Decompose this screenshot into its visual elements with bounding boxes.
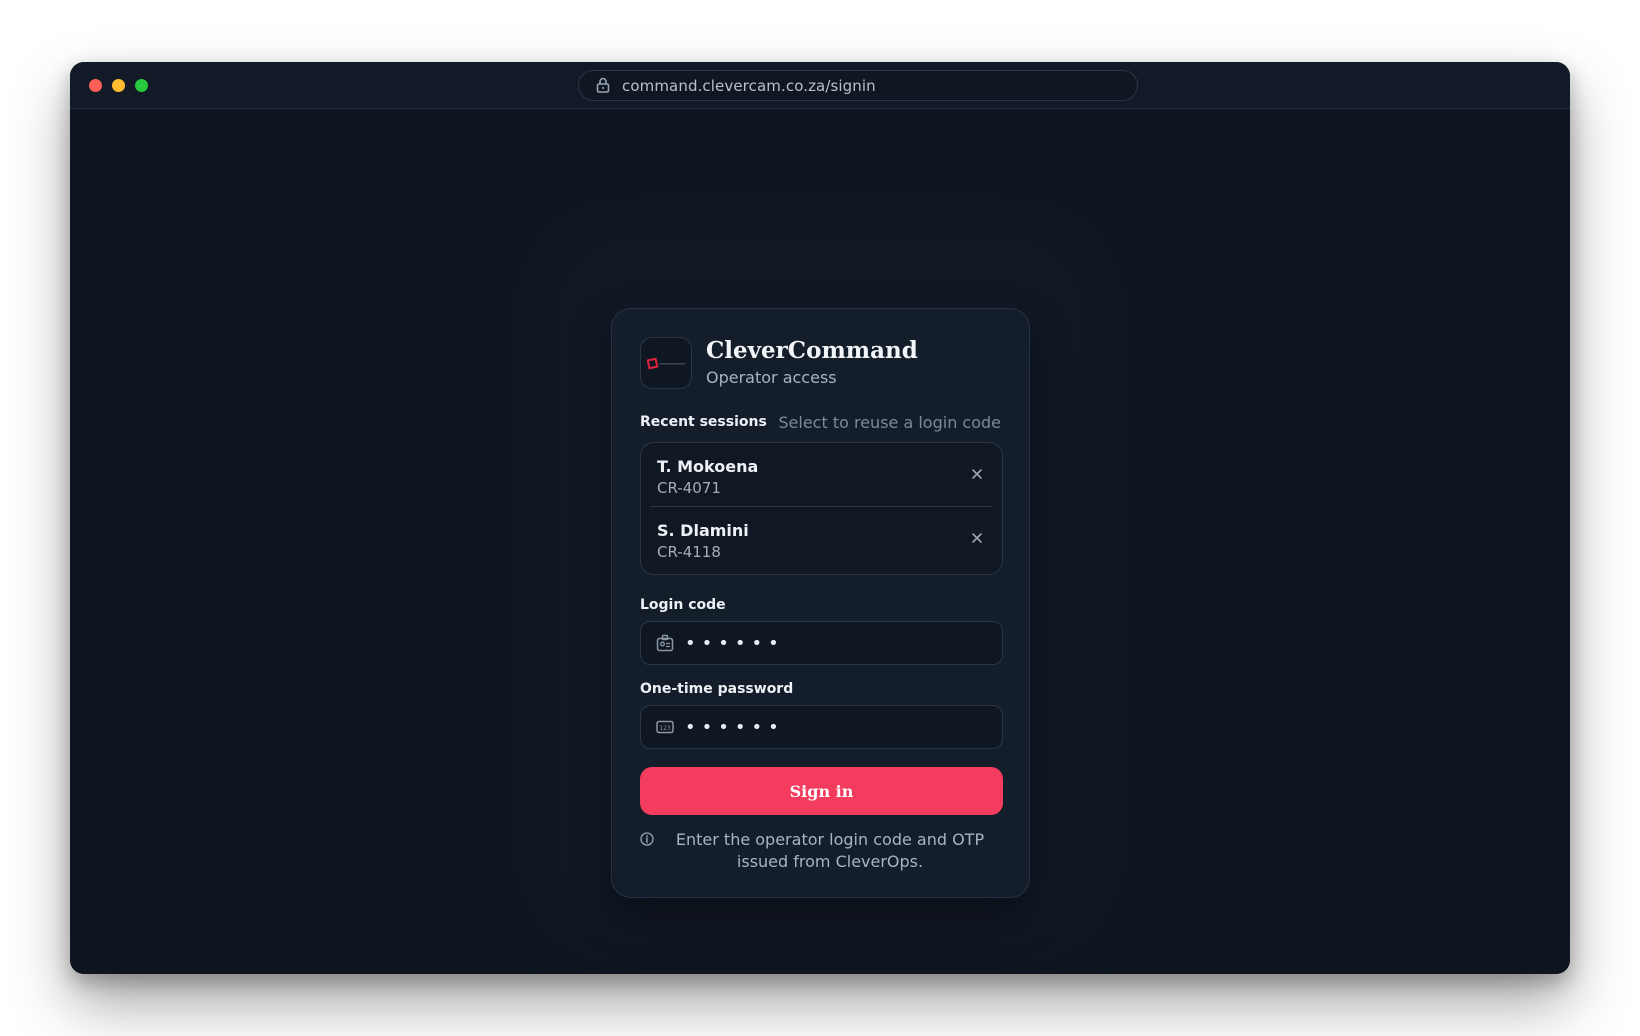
otp-input[interactable] xyxy=(685,706,985,748)
lock-icon xyxy=(596,77,610,93)
recent-sessions-list: T. Mokoena CR-4071 S. Dlamini CR-4118 xyxy=(640,442,1003,575)
login-code-input[interactable] xyxy=(685,622,985,664)
clevercam-logo-icon xyxy=(647,357,685,370)
login-code-label: Login code xyxy=(640,597,726,613)
brand-subtitle: Operator access xyxy=(706,368,837,387)
otp-label: One-time password xyxy=(640,681,794,697)
remove-session-icon[interactable] xyxy=(970,467,984,481)
minimize-window-button[interactable] xyxy=(112,79,125,92)
browser-window: command.clevercam.co.za/signin CleverCom… xyxy=(70,62,1570,974)
signin-card: CleverCommand Operator access Recent ses… xyxy=(611,308,1030,898)
close-window-button[interactable] xyxy=(89,79,102,92)
brand-logo xyxy=(640,337,692,389)
page-content: CleverCommand Operator access Recent ses… xyxy=(70,110,1570,974)
id-badge-icon xyxy=(656,634,674,652)
session-name: S. Dlamini xyxy=(657,521,749,540)
numeric-keypad-icon: 123 xyxy=(656,720,674,734)
browser-titlebar: command.clevercam.co.za/signin xyxy=(70,62,1570,109)
recent-sessions-label: Recent sessions xyxy=(640,414,767,430)
address-url: command.clevercam.co.za/signin xyxy=(622,77,876,95)
recent-sessions-hint: Select to reuse a login code xyxy=(778,413,1001,432)
session-item[interactable]: S. Dlamini CR-4118 xyxy=(641,507,1002,569)
brand-name: CleverCommand xyxy=(706,337,918,364)
session-name: T. Mokoena xyxy=(657,457,759,476)
session-code: CR-4118 xyxy=(657,543,721,561)
otp-field[interactable]: 123 xyxy=(640,705,1003,749)
address-bar[interactable]: command.clevercam.co.za/signin xyxy=(578,70,1138,101)
sign-in-button[interactable]: Sign in xyxy=(640,767,1003,815)
remove-session-icon[interactable] xyxy=(970,531,984,545)
session-item[interactable]: T. Mokoena CR-4071 xyxy=(641,443,1002,505)
info-message: Enter the operator login code and OTP is… xyxy=(675,830,985,871)
svg-text:123: 123 xyxy=(659,725,671,732)
maximize-window-button[interactable] xyxy=(135,79,148,92)
info-icon xyxy=(640,832,654,846)
login-code-field[interactable] xyxy=(640,621,1003,665)
session-code: CR-4071 xyxy=(657,479,721,497)
